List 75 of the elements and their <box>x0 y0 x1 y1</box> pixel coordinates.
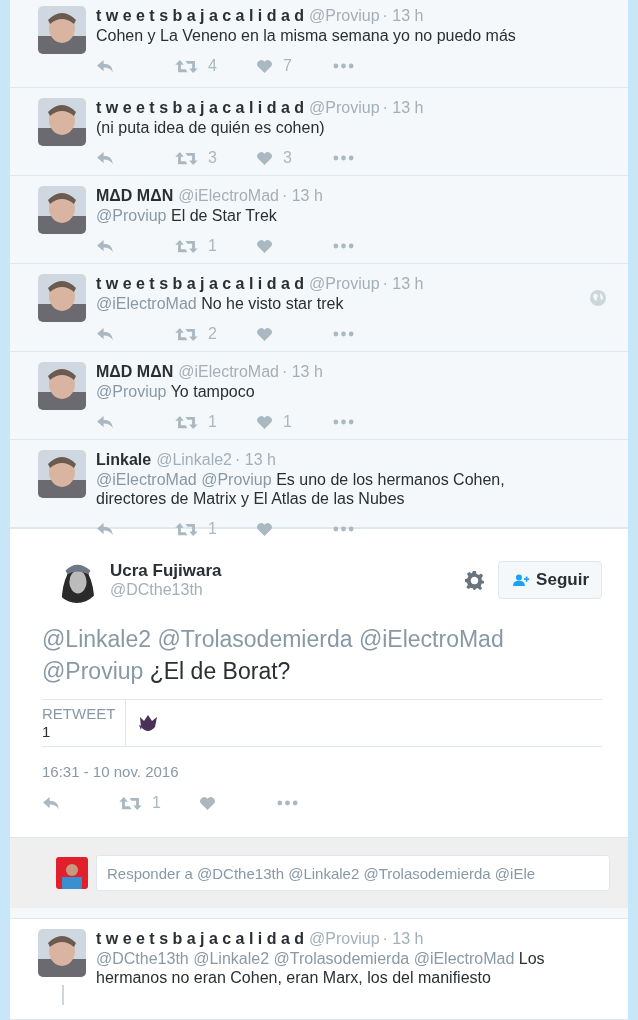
like-count: 1 <box>283 413 292 431</box>
timestamp[interactable]: · 13 h <box>281 186 323 206</box>
stat-count[interactable]: 1 <box>42 723 116 741</box>
retweet-icon[interactable] <box>175 521 198 537</box>
retweet-icon[interactable] <box>175 238 198 254</box>
heart-icon[interactable] <box>199 795 216 811</box>
reply-icon[interactable] <box>96 58 115 74</box>
retweet-count: 1 <box>208 413 217 431</box>
timestamp[interactable]: · 13 h <box>382 929 424 949</box>
user-handle[interactable]: @iElectroMad <box>178 362 279 382</box>
more-icon[interactable] <box>333 155 354 161</box>
retweet-icon[interactable] <box>175 414 198 430</box>
retweet-icon[interactable] <box>119 795 142 811</box>
follow-button[interactable]: Seguir <box>498 561 602 599</box>
tweet-text: @iElectroMad No he visto star trek <box>96 294 345 313</box>
like-count: 7 <box>283 57 292 75</box>
more-icon[interactable] <box>333 419 354 425</box>
tweet-text: @Linkale2 @Trolasodemierda @iElectroMad @Proviup ¿El de Borat? <box>42 625 505 686</box>
heart-icon[interactable] <box>256 150 273 166</box>
user-handle[interactable]: @DCthe13th <box>110 581 466 599</box>
retweet-count: 3 <box>208 149 217 167</box>
reply-field[interactable]: Responder a @DCthe13th @Linkale2 @Trolasodemierda @iEle <box>96 855 610 891</box>
user-name[interactable]: Ucra Fujiwara <box>110 561 466 581</box>
retweet-count: 1 <box>208 237 217 255</box>
user-name[interactable]: t w e e t s b a j a c a l i d a d <box>96 6 305 26</box>
reply-icon[interactable] <box>96 238 115 254</box>
heart-icon[interactable] <box>256 414 273 430</box>
user-handle[interactable]: @Proviup <box>309 274 380 294</box>
timestamp[interactable]: · 13 h <box>281 362 323 382</box>
retweet-count: 4 <box>208 57 217 75</box>
reply-icon[interactable] <box>42 795 61 811</box>
reply-icon[interactable] <box>96 150 115 166</box>
retweet-icon[interactable] <box>175 326 198 342</box>
stat-label[interactable]: RETWEET <box>42 705 116 723</box>
more-icon[interactable] <box>277 800 298 806</box>
more-icon[interactable] <box>333 331 354 337</box>
timestamp[interactable]: · 13 h <box>235 450 276 470</box>
tweet-text: @iElectroMad @Proviup Es uno de los hermanos Cohen, directores de Matrix y El Atlas de las Nubes <box>96 470 506 508</box>
timestamp[interactable]: · 13 h <box>382 274 424 294</box>
user-handle[interactable]: @iElectroMad <box>178 186 279 206</box>
user-handle[interactable]: @Linkale2 <box>156 450 232 470</box>
tweet-text: Cohen y La Veneno en la misma semana yo no puedo más <box>96 26 517 45</box>
timestamp[interactable]: 16:31 - 10 nov. 2016 <box>42 763 602 780</box>
heart-icon[interactable] <box>256 326 273 342</box>
user-name[interactable]: MΔD MΔN <box>96 362 174 382</box>
user-handle[interactable]: @Proviup <box>309 929 380 949</box>
timestamp[interactable]: · 13 h <box>382 6 424 26</box>
heart-icon[interactable] <box>256 521 273 537</box>
tweet-text: @Proviup Yo tampoco <box>96 382 256 401</box>
reply-icon[interactable] <box>96 521 115 537</box>
reply-icon[interactable] <box>96 414 115 430</box>
settings-icon[interactable] <box>465 570 485 590</box>
retweet-count: 1 <box>152 794 161 812</box>
retweet-count: 2 <box>208 325 217 343</box>
user-name[interactable]: t w e e t s b a j a c a l i d a d <box>96 98 305 118</box>
tweet-text: (ni puta idea de quién es cohen) <box>96 118 326 137</box>
add-user-icon <box>513 574 531 586</box>
more-icon[interactable] <box>333 243 354 249</box>
heart-icon[interactable] <box>256 238 273 254</box>
heart-icon[interactable] <box>256 58 273 74</box>
more-icon[interactable] <box>333 63 354 69</box>
like-count: 3 <box>283 149 292 167</box>
retweet-icon[interactable] <box>175 58 198 74</box>
tweet-text: @DCthe13th @Linkale2 @Trolasodemierda @iElectroMad Los hermanos no eran Cohen, eran Marx, los del manifiesto <box>96 949 546 987</box>
user-name[interactable]: MΔD MΔN <box>96 186 174 206</box>
user-name[interactable]: t w e e t s b a j a c a l i d a d <box>96 929 305 949</box>
user-name[interactable]: Linkale <box>96 450 152 470</box>
retweet-icon[interactable] <box>175 150 198 166</box>
reply-icon[interactable] <box>96 326 115 342</box>
tweet-text: @Proviup El de Star Trek <box>96 206 278 225</box>
user-handle[interactable]: @Proviup <box>309 98 380 118</box>
user-name[interactable]: t w e e t s b a j a c a l i d a d <box>96 274 305 294</box>
timestamp[interactable]: · 13 h <box>382 98 424 118</box>
user-handle[interactable]: @Proviup <box>309 6 380 26</box>
retweet-count: 1 <box>208 520 217 538</box>
